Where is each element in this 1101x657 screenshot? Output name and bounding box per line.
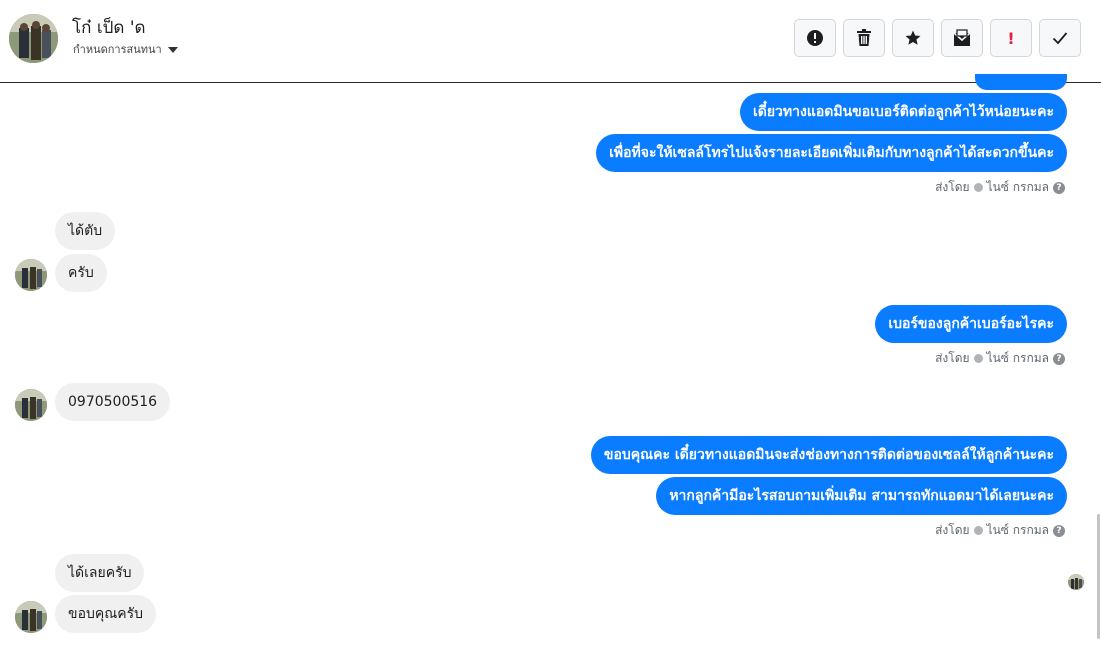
message-bubble-clipped [975, 74, 1067, 90]
conversation-settings-dropdown[interactable]: กำหนดการสนทนา [73, 40, 178, 58]
message-thread[interactable]: เดี๋ยวทางแอดมินขอเบอร์ติดต่อลูกค้าไว้หน่… [0, 74, 1101, 657]
sender-name: ไนซ์ กรกมล [986, 180, 1049, 194]
sent-by-label: ส่งโดย ไนซ์ กรกมล ? [935, 521, 1065, 540]
contact-avatar[interactable] [9, 14, 58, 63]
exclamation-icon: ! [1007, 28, 1015, 48]
help-icon[interactable]: ? [1053, 181, 1065, 194]
report-button[interactable] [794, 19, 836, 57]
verified-icon [973, 183, 983, 192]
seen-indicator-avatar [1068, 574, 1084, 590]
outgoing-message[interactable]: เพื่อที่จะให้เซลล์โทรไปแจ้งรายละเอียดเพิ… [596, 134, 1067, 172]
sent-by-label: ส่งโดย ไนซ์ กรกมล ? [935, 349, 1065, 368]
verified-icon [973, 526, 983, 535]
check-icon [1052, 32, 1068, 45]
trash-icon [857, 29, 871, 46]
contact-name[interactable]: โก๋ เป็ด 'ด [72, 14, 146, 41]
caret-down-icon [167, 46, 178, 53]
alert-circle-icon [807, 30, 823, 46]
important-button[interactable]: ! [990, 19, 1032, 57]
sent-by-label: ส่งโดย ไนซ์ กรกมล ? [935, 178, 1065, 197]
vertical-scrollbar[interactable] [1097, 514, 1100, 639]
incoming-message[interactable]: ครับ [55, 254, 107, 292]
outgoing-message[interactable]: เดี๋ยวทางแอดมินขอเบอร์ติดต่อลูกค้าไว้หน่… [739, 93, 1067, 131]
sent-by-prefix: ส่งโดย [935, 351, 970, 365]
verified-icon [973, 354, 983, 363]
help-icon[interactable]: ? [1053, 352, 1065, 365]
sender-name: ไนซ์ กรกมล [986, 351, 1049, 365]
done-button[interactable] [1039, 19, 1081, 57]
star-button[interactable] [892, 19, 934, 57]
incoming-message[interactable]: ได้ตับ [55, 212, 116, 250]
contact-avatar-small [15, 601, 47, 633]
incoming-message[interactable]: ได้เลยครับ [55, 554, 145, 592]
incoming-message[interactable]: ขอบคุณครับ [55, 595, 156, 633]
incoming-message[interactable]: 0970500516 [55, 383, 171, 421]
delete-button[interactable] [843, 19, 885, 57]
outgoing-message[interactable]: ขอบคุณคะ เดี๋ยวทางแอดมินจะส่งช่องทางการต… [590, 436, 1067, 474]
sent-by-prefix: ส่งโดย [935, 523, 970, 537]
mark-unread-button[interactable] [941, 19, 983, 57]
sent-by-prefix: ส่งโดย [935, 180, 970, 194]
conversation-header: โก๋ เป็ด 'ด กำหนดการสนทนา ! [0, 0, 1101, 83]
conversation-settings-label: กำหนดการสนทนา [73, 43, 162, 56]
contact-avatar-small [15, 259, 47, 291]
outgoing-message[interactable]: หากลูกค้ามีอะไรสอบถามเพิ่มเติม สามารถทัก… [656, 477, 1067, 515]
star-icon [905, 30, 921, 45]
help-icon[interactable]: ? [1053, 524, 1065, 537]
outgoing-message[interactable]: เบอร์ของลูกค้าเบอร์อะไรคะ [875, 305, 1067, 343]
header-actions: ! [794, 19, 1081, 57]
sender-name: ไนซ์ กรกมล [986, 523, 1049, 537]
contact-avatar-small [15, 389, 47, 421]
envelope-icon [953, 29, 971, 46]
